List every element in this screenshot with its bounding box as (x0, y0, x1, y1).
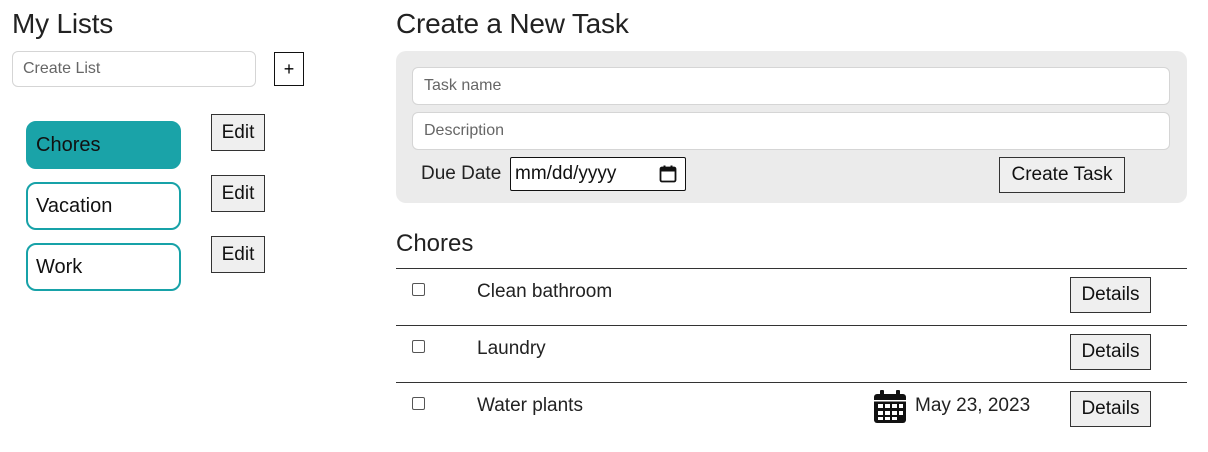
add-list-button[interactable]: + (274, 52, 304, 86)
description-input[interactable] (412, 112, 1170, 150)
details-button[interactable]: Details (1070, 277, 1151, 313)
task-checkbox[interactable] (412, 283, 425, 296)
list-item-label: Vacation (36, 194, 113, 217)
task-name: Laundry (477, 338, 546, 359)
create-task-button[interactable]: Create Task (999, 157, 1125, 193)
task-due-date: May 23, 2023 (915, 395, 1031, 416)
task-row: Water plants May 23, 2023 Details (396, 382, 1187, 439)
task-list-title: Chores (396, 230, 474, 257)
task-checkbox[interactable] (412, 397, 425, 410)
details-button[interactable]: Details (1070, 334, 1151, 370)
list-item-label: Chores (36, 133, 101, 156)
date-placeholder: mm/dd/yyyy (515, 163, 617, 184)
task-name: Clean bathroom (477, 281, 613, 302)
task-checkbox[interactable] (412, 340, 425, 353)
list-item-label: Work (36, 255, 83, 278)
task-row: Clean bathroom Details (396, 268, 1187, 325)
list-item-vacation[interactable]: Vacation (26, 182, 181, 230)
edit-list-button[interactable]: Edit (211, 114, 265, 151)
calendar-icon (872, 389, 908, 425)
due-date-input[interactable]: mm/dd/yyyy (510, 157, 686, 191)
task-row: Laundry Details (396, 325, 1187, 382)
create-task-form: Due Date mm/dd/yyyy Create Task (396, 51, 1187, 203)
page-title: Create a New Task (396, 8, 629, 39)
sidebar-title: My Lists (12, 8, 114, 39)
list-item-work[interactable]: Work (26, 243, 181, 291)
edit-list-button[interactable]: Edit (211, 236, 265, 273)
task-name-input[interactable] (412, 67, 1170, 105)
list-item-chores[interactable]: Chores (26, 121, 181, 169)
due-date-label: Due Date (421, 163, 502, 184)
create-list-input[interactable] (12, 51, 256, 87)
edit-list-button[interactable]: Edit (211, 175, 265, 212)
calendar-picker-icon[interactable] (659, 165, 677, 189)
details-button[interactable]: Details (1070, 391, 1151, 427)
task-name: Water plants (477, 395, 583, 416)
